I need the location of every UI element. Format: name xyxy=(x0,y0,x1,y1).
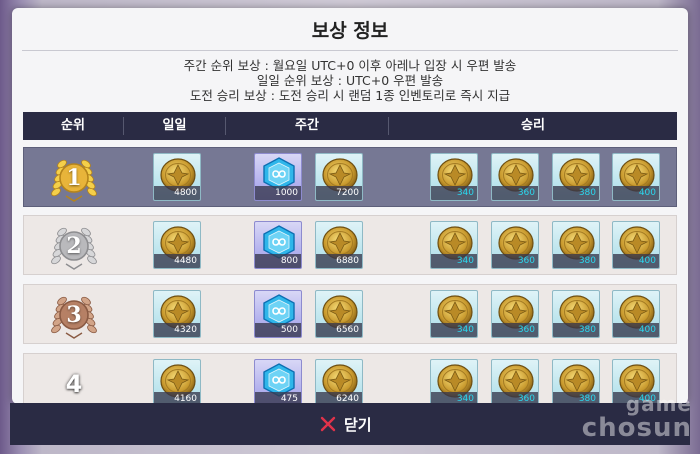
item-quantity: 4800 xyxy=(154,186,200,200)
item-quantity: 1000 xyxy=(255,186,301,200)
reward-row-rank-1: 1 4800 1000 7200 340 360 380 400 xyxy=(23,147,677,207)
item-quantity: 400 xyxy=(613,323,659,337)
rank-label: 4 xyxy=(65,370,83,398)
weekly-gem-reward-item[interactable]: 1000 xyxy=(254,153,302,201)
item-quantity: 340 xyxy=(431,186,477,200)
reward-table-header: 순위 일일 주간 승리 xyxy=(23,112,677,140)
column-weekly: 주간 xyxy=(295,118,319,133)
win-reward-item[interactable]: 400 xyxy=(612,221,660,269)
item-quantity: 800 xyxy=(255,254,301,268)
item-quantity: 7200 xyxy=(316,186,362,200)
item-quantity: 340 xyxy=(431,323,477,337)
rank-label: 2 xyxy=(66,233,82,259)
weekly-coin-reward-item[interactable]: 6880 xyxy=(315,221,363,269)
rank-silver-wreath-icon: 2 xyxy=(46,220,102,272)
daily-reward-item[interactable]: 4160 xyxy=(153,359,201,404)
item-quantity: 4320 xyxy=(154,323,200,337)
daily-reward-item[interactable]: 4800 xyxy=(153,153,201,201)
item-quantity: 360 xyxy=(492,323,538,337)
item-quantity: 380 xyxy=(553,254,599,268)
reward-row-rank-2: 2 4480 800 6880 340 360 380 400 xyxy=(23,215,677,275)
item-quantity: 400 xyxy=(613,254,659,268)
item-quantity: 4480 xyxy=(154,254,200,268)
close-button[interactable]: 닫기 xyxy=(320,412,372,436)
item-quantity: 360 xyxy=(492,254,538,268)
item-quantity: 360 xyxy=(492,186,538,200)
rank-number: 4 xyxy=(46,358,102,404)
win-reward-item[interactable]: 340 xyxy=(430,290,478,338)
win-reward-item[interactable]: 340 xyxy=(430,153,478,201)
weekly-coin-reward-item[interactable]: 6560 xyxy=(315,290,363,338)
win-reward-item[interactable]: 380 xyxy=(552,221,600,269)
win-reward-note: 도전 승리 보상 : 도전 승리 시 랜덤 1종 인벤토리로 즉시 지급 xyxy=(189,88,511,103)
watermark: game chosun xyxy=(581,392,692,443)
win-reward-item[interactable]: 340 xyxy=(430,359,478,404)
weekly-gem-reward-item[interactable]: 800 xyxy=(254,221,302,269)
reward-description: 주간 순위 보상 : 월요일 UTC+0 이후 아레나 입장 시 우편 발송 일… xyxy=(12,58,688,103)
item-quantity: 500 xyxy=(255,323,301,337)
win-reward-item[interactable]: 400 xyxy=(612,153,660,201)
weekly-coin-reward-item[interactable]: 6240 xyxy=(315,359,363,404)
weekly-reward-note: 주간 순위 보상 : 월요일 UTC+0 이후 아레나 입장 시 우편 발송 xyxy=(183,58,517,73)
reward-row-rank-4: 4 4160 475 6240 340 360 380 400 xyxy=(23,353,677,404)
daily-reward-item[interactable]: 4480 xyxy=(153,221,201,269)
daily-reward-note: 일일 순위 보상 : UTC+0 우편 발송 xyxy=(256,73,444,88)
item-quantity: 380 xyxy=(553,323,599,337)
column-win: 승리 xyxy=(521,118,545,133)
item-quantity: 380 xyxy=(553,186,599,200)
win-reward-item[interactable]: 360 xyxy=(491,221,539,269)
win-reward-item[interactable]: 380 xyxy=(552,290,600,338)
weekly-coin-reward-item[interactable]: 7200 xyxy=(315,153,363,201)
win-reward-item[interactable]: 360 xyxy=(491,359,539,404)
weekly-gem-reward-item[interactable]: 475 xyxy=(254,359,302,404)
dialog-title: 보상 정보 xyxy=(311,20,389,42)
daily-reward-item[interactable]: 4320 xyxy=(153,290,201,338)
close-button-label: 닫기 xyxy=(344,415,372,434)
rank-bronze-wreath-icon: 3 xyxy=(46,289,102,341)
win-reward-item[interactable]: 380 xyxy=(552,153,600,201)
close-x-icon xyxy=(320,416,336,432)
column-rank: 순위 xyxy=(61,118,85,133)
rank-label: 1 xyxy=(66,165,82,191)
reward-row-rank-3: 3 4320 500 6560 340 360 380 400 xyxy=(23,284,677,344)
column-daily: 일일 xyxy=(162,118,187,133)
win-reward-item[interactable]: 340 xyxy=(430,221,478,269)
item-quantity: 6880 xyxy=(316,254,362,268)
rank-gold-wreath-icon: 1 xyxy=(46,152,102,204)
item-quantity: 400 xyxy=(613,186,659,200)
reward-info-dialog: 보상 정보 주간 순위 보상 : 월요일 UTC+0 이후 아레나 입장 시 우… xyxy=(12,8,688,404)
item-quantity: 6560 xyxy=(316,323,362,337)
rank-label: 3 xyxy=(66,302,82,328)
title-divider xyxy=(22,50,678,51)
watermark-line2: chosun xyxy=(581,413,692,443)
win-reward-item[interactable]: 360 xyxy=(491,290,539,338)
win-reward-item[interactable]: 400 xyxy=(612,290,660,338)
item-quantity: 340 xyxy=(431,254,477,268)
win-reward-item[interactable]: 360 xyxy=(491,153,539,201)
weekly-gem-reward-item[interactable]: 500 xyxy=(254,290,302,338)
